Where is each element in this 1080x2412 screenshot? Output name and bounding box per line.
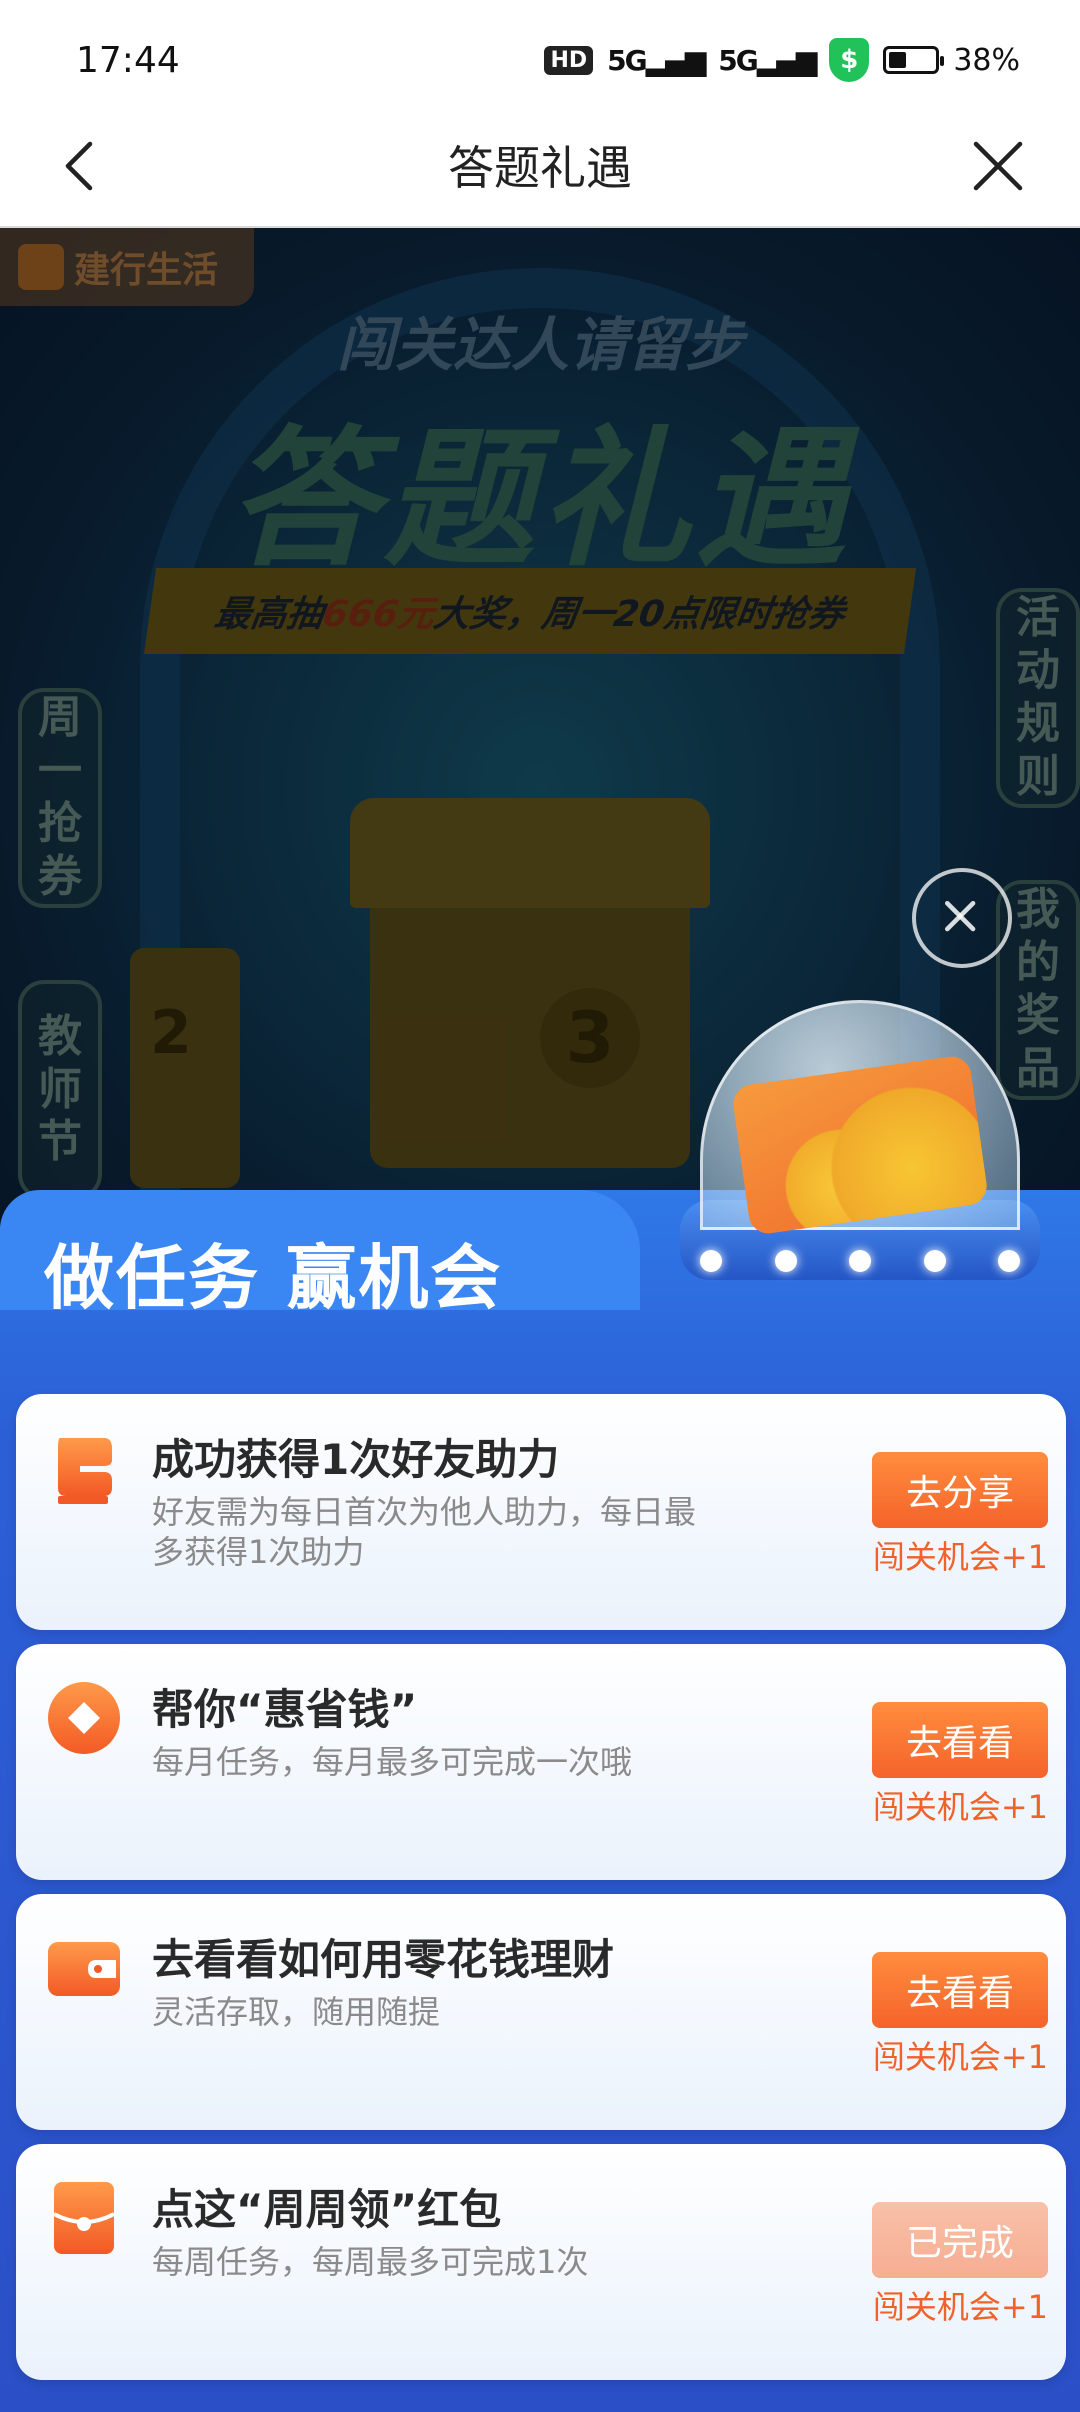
red-envelope-icon xyxy=(53,2182,115,2254)
close-icon[interactable] xyxy=(968,136,1028,196)
task-title: 去看看如何用零花钱理财 xyxy=(152,1935,615,1984)
battery-icon xyxy=(883,46,945,74)
signal-label: 5G xyxy=(607,43,647,77)
diamond-coin-icon xyxy=(48,1682,120,1754)
hd-icon: HD xyxy=(544,45,594,75)
status-time: 17:44 xyxy=(76,40,180,81)
task-reward: 闯关机会+1 xyxy=(872,2038,1048,2076)
task-reward: 闯关机会+1 xyxy=(872,1538,1048,1576)
task-description: 每月任务，每月最多可完成一次哦 xyxy=(152,1743,633,1781)
task-description: 好友需为每日首次为他人助力，每日最多获得1次助力 xyxy=(152,1493,697,1571)
task-card: 点这“周周领”红包 每周任务，每周最多可完成1次 已完成 闯关机会+1 xyxy=(16,2144,1066,2380)
signal-icon: 5G▂▄▆ xyxy=(607,43,706,77)
share-button[interactable]: 去分享 xyxy=(872,1452,1048,1528)
nav-bar: 答题礼遇 xyxy=(0,110,1080,228)
wallet-icon xyxy=(48,1942,120,1996)
task-reward: 闯关机会+1 xyxy=(872,1788,1048,1826)
glove-icon xyxy=(58,1438,112,1504)
prize-dome-illustration xyxy=(680,1000,1040,1290)
status-bar: 17:44 HD 5G▂▄▆ 5G▂▄▆ $ 38% xyxy=(0,0,1080,110)
battery-fill xyxy=(889,52,907,68)
dome-lights xyxy=(700,1250,1020,1272)
task-panel-title: 做任务 赢机会 xyxy=(44,1237,503,1319)
modal-close-icon[interactable] xyxy=(912,868,1012,968)
battery-percent: 38% xyxy=(953,42,1020,78)
signal-icon-2: 5G▂▄▆ xyxy=(718,43,817,77)
task-card: 成功获得1次好友助力 好友需为每日首次为他人助力，每日最多获得1次助力 去分享 … xyxy=(16,1394,1066,1630)
task-description: 每周任务，每周最多可完成1次 xyxy=(152,2243,589,2281)
task-reward: 闯关机会+1 xyxy=(872,2288,1048,2326)
page-title: 答题礼遇 xyxy=(448,141,632,195)
task-card: 帮你“惠省钱” 每月任务，每月最多可完成一次哦 去看看 闯关机会+1 xyxy=(16,1644,1066,1880)
security-shield-icon: $ xyxy=(829,38,870,82)
view-button[interactable]: 去看看 xyxy=(872,1702,1048,1778)
task-description: 灵活存取，随用随提 xyxy=(152,1993,441,2031)
task-title: 点这“周周领”红包 xyxy=(152,2185,502,2234)
task-title: 帮你“惠省钱” xyxy=(152,1685,418,1734)
view-button[interactable]: 去看看 xyxy=(872,1952,1048,2028)
completed-button[interactable]: 已完成 xyxy=(872,2202,1048,2278)
status-icons: HD 5G▂▄▆ 5G▂▄▆ $ 38% xyxy=(544,38,1020,82)
task-card: 去看看如何用零花钱理财 灵活存取，随用随提 去看看 闯关机会+1 xyxy=(16,1894,1066,2130)
task-title: 成功获得1次好友助力 xyxy=(152,1435,560,1484)
signal-label-2: 5G xyxy=(718,43,758,77)
